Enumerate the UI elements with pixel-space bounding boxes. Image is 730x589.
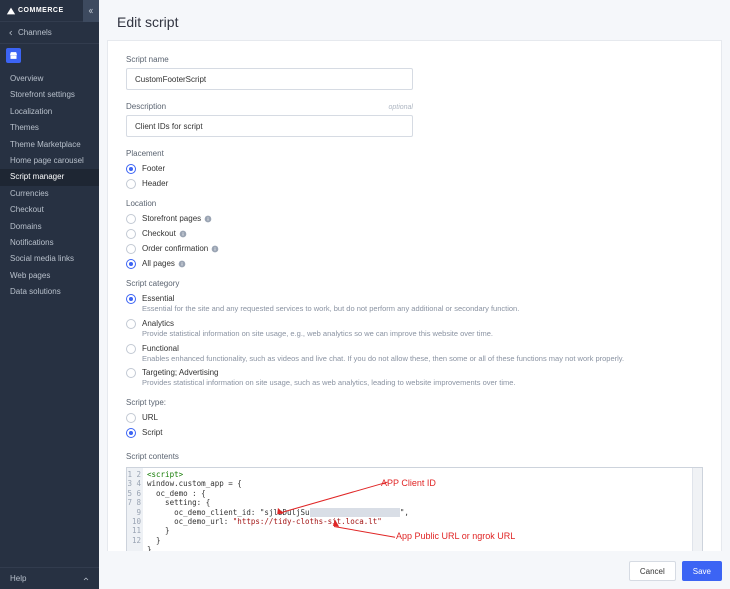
sidebar-item-social-media-links[interactable]: Social media links <box>0 251 99 267</box>
radio-icon <box>126 259 136 269</box>
location-option-all-pages[interactable]: All pages <box>126 259 703 269</box>
location-label: Storefront pages <box>142 214 212 223</box>
category-desc: Provide statistical information on site … <box>142 329 493 339</box>
script-type-label: Script type: <box>126 398 703 407</box>
placement-label: Header <box>142 179 168 188</box>
description-label: Description <box>126 102 166 111</box>
sidebar-item-overview[interactable]: Overview <box>0 71 99 87</box>
category-label: Targeting; Advertising <box>142 368 516 377</box>
sidebar-item-web-pages[interactable]: Web pages <box>0 268 99 284</box>
placement-label: Placement <box>126 149 703 158</box>
script-name-label: Script name <box>126 55 703 64</box>
category-label: Essential <box>142 294 519 303</box>
sidebar-store[interactable] <box>0 44 99 67</box>
category-label: Analytics <box>142 319 493 328</box>
location-option-order-confirmation[interactable]: Order confirmation <box>126 244 703 254</box>
sidebar-item-localization[interactable]: Localization <box>0 104 99 120</box>
placement-option-header[interactable]: Header <box>126 179 703 189</box>
info-icon[interactable] <box>211 245 219 253</box>
save-button[interactable]: Save <box>682 561 722 581</box>
sidebar-item-home-page-carousel[interactable]: Home page carousel <box>0 153 99 169</box>
sidebar-item-domains[interactable]: Domains <box>0 219 99 235</box>
sidebar-item-data-solutions[interactable]: Data solutions <box>0 284 99 300</box>
description-optional: optional <box>388 104 413 111</box>
code-body[interactable]: <script> window.custom_app = { oc_demo :… <box>143 468 702 551</box>
description-input[interactable] <box>126 115 413 137</box>
info-icon[interactable] <box>178 260 186 268</box>
sidebar-item-themes[interactable]: Themes <box>0 120 99 136</box>
radio-icon <box>126 214 136 224</box>
script-contents-editor[interactable]: 1 2 3 4 5 6 7 8 9 10 11 12 <script> wind… <box>126 467 703 551</box>
cancel-button[interactable]: Cancel <box>629 561 676 581</box>
script-type-option-url[interactable]: URL <box>126 413 703 423</box>
script-contents-label: Script contents <box>126 452 703 461</box>
sidebar-item-theme-marketplace[interactable]: Theme Marketplace <box>0 137 99 153</box>
location-option-checkout[interactable]: Checkout <box>126 229 703 239</box>
location-label: All pages <box>142 259 186 268</box>
script-type-option-script[interactable]: Script <box>126 428 703 438</box>
script-type-label: Script <box>142 428 162 437</box>
sidebar-item-script-manager[interactable]: Script manager <box>0 169 99 185</box>
radio-icon <box>126 294 136 304</box>
script-name-input[interactable] <box>126 68 413 90</box>
location-label: Checkout <box>142 229 187 238</box>
footer-actions: Cancel Save <box>99 551 730 589</box>
radio-icon <box>126 413 136 423</box>
script-type-label: URL <box>142 413 158 422</box>
sidebar: COMMERCE Channels OverviewStorefront set… <box>0 0 99 589</box>
radio-icon <box>126 319 136 329</box>
placement-label: Footer <box>142 164 165 173</box>
sidebar-collapse-button[interactable] <box>83 0 99 22</box>
store-badge <box>6 48 21 63</box>
sidebar-channels-back[interactable]: Channels <box>0 22 99 44</box>
radio-icon <box>126 229 136 239</box>
logo: COMMERCE <box>6 6 64 16</box>
chevrons-left-icon <box>88 8 94 14</box>
location-label: Order confirmation <box>142 244 219 253</box>
scrollbar[interactable] <box>692 468 702 551</box>
category-label: Functional <box>142 344 624 353</box>
category-option-analytics[interactable]: AnalyticsProvide statistical information… <box>126 319 703 339</box>
channels-label: Channels <box>18 28 52 37</box>
info-icon[interactable] <box>204 215 212 223</box>
brand-name: COMMERCE <box>18 7 64 14</box>
category-desc: Provides statistical information on site… <box>142 378 516 388</box>
help-label: Help <box>10 574 26 583</box>
radio-icon <box>126 344 136 354</box>
category-option-functional[interactable]: FunctionalEnables enhanced functionality… <box>126 344 703 364</box>
content: Script name Description optional Placeme… <box>99 40 730 551</box>
placement-option-footer[interactable]: Footer <box>126 164 703 174</box>
code-gutter: 1 2 3 4 5 6 7 8 9 10 11 12 <box>127 468 143 551</box>
radio-icon <box>126 428 136 438</box>
main: Edit script Script name Description opti… <box>99 0 730 589</box>
sidebar-help[interactable]: Help <box>0 567 99 589</box>
page-title: Edit script <box>99 0 730 40</box>
radio-icon <box>126 368 136 378</box>
sidebar-item-currencies[interactable]: Currencies <box>0 186 99 202</box>
radio-icon <box>126 244 136 254</box>
chevron-up-icon <box>83 576 89 582</box>
sidebar-header: COMMERCE <box>0 0 99 22</box>
form-card: Script name Description optional Placeme… <box>107 40 722 551</box>
sidebar-item-notifications[interactable]: Notifications <box>0 235 99 251</box>
storefront-icon <box>9 51 18 60</box>
category-desc: Essential for the site and any requested… <box>142 304 519 314</box>
category-desc: Enables enhanced functionality, such as … <box>142 354 624 364</box>
category-option-targeting-advertising[interactable]: Targeting; AdvertisingProvides statistic… <box>126 368 703 388</box>
category-label: Script category <box>126 279 703 288</box>
chevron-left-icon <box>8 30 14 36</box>
logo-icon <box>6 6 16 16</box>
radio-icon <box>126 179 136 189</box>
location-option-storefront-pages[interactable]: Storefront pages <box>126 214 703 224</box>
sidebar-nav: OverviewStorefront settingsLocalizationT… <box>0 67 99 567</box>
info-icon[interactable] <box>179 230 187 238</box>
sidebar-item-checkout[interactable]: Checkout <box>0 202 99 218</box>
radio-icon <box>126 164 136 174</box>
category-option-essential[interactable]: EssentialEssential for the site and any … <box>126 294 703 314</box>
location-label: Location <box>126 199 703 208</box>
sidebar-item-storefront-settings[interactable]: Storefront settings <box>0 87 99 103</box>
